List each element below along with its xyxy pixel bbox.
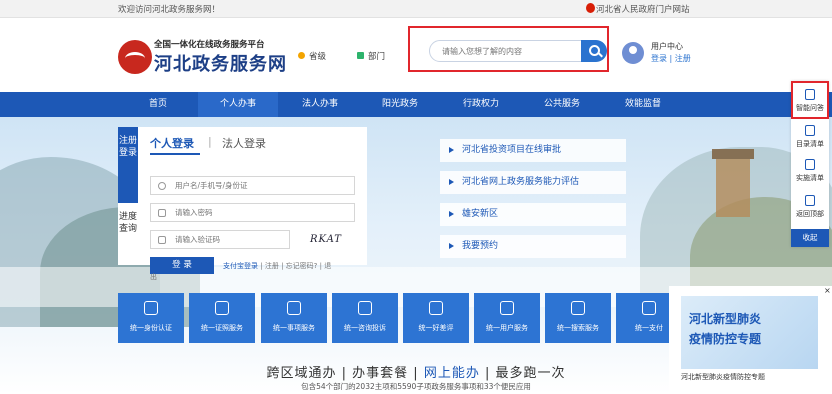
user-circle-icon (500, 301, 514, 315)
arrow-up-icon (805, 195, 815, 206)
shield-icon (158, 236, 166, 244)
yen-icon (642, 301, 656, 315)
user-avatar-icon[interactable] (622, 42, 644, 64)
tab-personal-login[interactable]: 个人登录 (150, 135, 200, 155)
sidebar-collapse-button[interactable]: 收起 (791, 229, 829, 247)
user-auth-links: 登录 | 注册 (651, 54, 691, 63)
nav-power[interactable]: 行政权力 (441, 92, 521, 117)
nav-sunshine[interactable]: 阳光政务 (360, 92, 440, 117)
login-vertical-tabs: 注册登录 进度查询 (118, 127, 138, 265)
covid-topic-caption[interactable]: 河北新型肺炎疫情防控专题 (681, 372, 765, 382)
welcome-text: 欢迎访问河北政务服务网！ (118, 5, 221, 15)
tile-consult-complaint[interactable]: 统一咨询投诉 (332, 293, 398, 343)
tile-item-service[interactable]: 统一事项服务 (261, 293, 327, 343)
tab-progress-query[interactable]: 进度查询 (118, 205, 138, 265)
tile-license-service[interactable]: 统一证照服务 (189, 293, 255, 343)
logo-title[interactable]: 河北政务服务网 (154, 50, 287, 76)
sidebar-implementation-list[interactable]: 实施清单 (791, 159, 829, 183)
password-field[interactable] (150, 203, 355, 222)
login-panel: 个人登录 | 法人登录 RKAT 登 录 支付宝登录 | 注册 | 忘记密码? … (138, 127, 367, 281)
close-icon[interactable]: × (824, 286, 831, 295)
search-icon (571, 301, 585, 315)
logout-link-wrap[interactable]: 出 (150, 272, 157, 282)
captcha-field[interactable] (150, 230, 290, 249)
nav-home[interactable]: 首页 (118, 92, 198, 117)
national-emblem-icon (586, 3, 595, 13)
forgot-password-link[interactable]: 忘记密码? (286, 262, 318, 270)
quick-link-investment[interactable]: 河北省投资项目在线审批 (440, 139, 626, 162)
great-wall-tower-decoration (712, 149, 754, 217)
tile-user-service[interactable]: 统一用户服务 (474, 293, 540, 343)
username-field[interactable] (150, 176, 355, 195)
gov-portal-link[interactable]: 河北省人民政府门户网站 (596, 3, 690, 15)
alipay-login-link[interactable]: 支付宝登录 (223, 262, 258, 270)
login-links: 支付宝登录 | 注册 | 忘记密码? | 退 出 (150, 262, 332, 281)
nav-corporate[interactable]: 法人办事 (280, 92, 360, 117)
top-bar: 欢迎访问河北政务服务网！ 河北省人民政府门户网站 (0, 0, 832, 18)
tab-separator: | (208, 135, 212, 148)
login-link[interactable]: 登录 (651, 54, 667, 63)
department-link[interactable]: 部门 (357, 50, 385, 62)
layers-icon (287, 301, 301, 315)
main-nav: 首页 个人办事 法人办事 阳光政务 行政权力 公共服务 效能监督 (0, 92, 832, 117)
user-center-label[interactable]: 用户中心 (651, 41, 683, 52)
register-link[interactable]: 注册 (265, 262, 279, 270)
thumbs-up-icon (429, 301, 443, 315)
sidebar-back-to-top[interactable]: 返回顶部 (791, 195, 829, 219)
tab-register-login[interactable]: 注册登录 (118, 127, 138, 203)
nav-public-service[interactable]: 公共服务 (522, 92, 602, 117)
tab-corporate-login[interactable]: 法人登录 (222, 135, 266, 151)
search-button[interactable] (581, 40, 607, 62)
search-area (408, 26, 609, 72)
document-icon (805, 159, 815, 170)
right-sidebar: 智能问答 目录清单 实施清单 返回顶部 收起 (791, 81, 829, 247)
logo-icon[interactable] (118, 40, 152, 74)
tile-search-service[interactable]: 统一搜索服务 (545, 293, 611, 343)
province-level-link[interactable]: 省级 (298, 50, 326, 62)
covid-topic-ad[interactable]: 河北新型肺炎 疫情防控专题 河北新型肺炎疫情防控专题 (669, 286, 832, 394)
user-icon (158, 182, 166, 190)
quick-link-xiongan[interactable]: 雄安新区 (440, 203, 626, 226)
quick-link-evaluation[interactable]: 河北省网上政务服务能力评估 (440, 171, 626, 194)
logo-subtitle: 全国一体化在线政务服务平台 (154, 40, 265, 50)
edit-icon (358, 301, 372, 315)
covid-topic-banner[interactable]: 河北新型肺炎 疫情防控专题 (681, 296, 818, 369)
sidebar-catalog-list[interactable]: 目录清单 (791, 125, 829, 149)
certificate-icon (215, 301, 229, 315)
id-card-icon (144, 301, 158, 315)
search-input[interactable] (429, 40, 583, 62)
tile-good-bad-review[interactable]: 统一好差评 (403, 293, 469, 343)
captcha-image[interactable]: RKAT (298, 230, 354, 249)
nav-supervision[interactable]: 效能监督 (603, 92, 683, 117)
list-icon (805, 125, 815, 136)
register-link[interactable]: 注册 (675, 54, 691, 63)
site-header: 全国一体化在线政务服务平台 河北政务服务网 省级 部门 用户中心 登录 | 注册 (0, 18, 832, 90)
nav-personal[interactable]: 个人办事 (198, 92, 278, 117)
quick-link-appointment[interactable]: 我要预约 (440, 235, 626, 258)
sidebar-smart-qa[interactable]: 智能问答 (791, 81, 829, 119)
home-icon (357, 52, 364, 59)
tile-identity-auth[interactable]: 统一身份认证 (118, 293, 184, 343)
location-pin-icon (298, 52, 305, 59)
logout-link[interactable]: 退 (324, 262, 331, 270)
login-button[interactable]: 登 录 (150, 257, 214, 274)
lock-icon (158, 209, 166, 217)
chat-icon (805, 89, 815, 100)
